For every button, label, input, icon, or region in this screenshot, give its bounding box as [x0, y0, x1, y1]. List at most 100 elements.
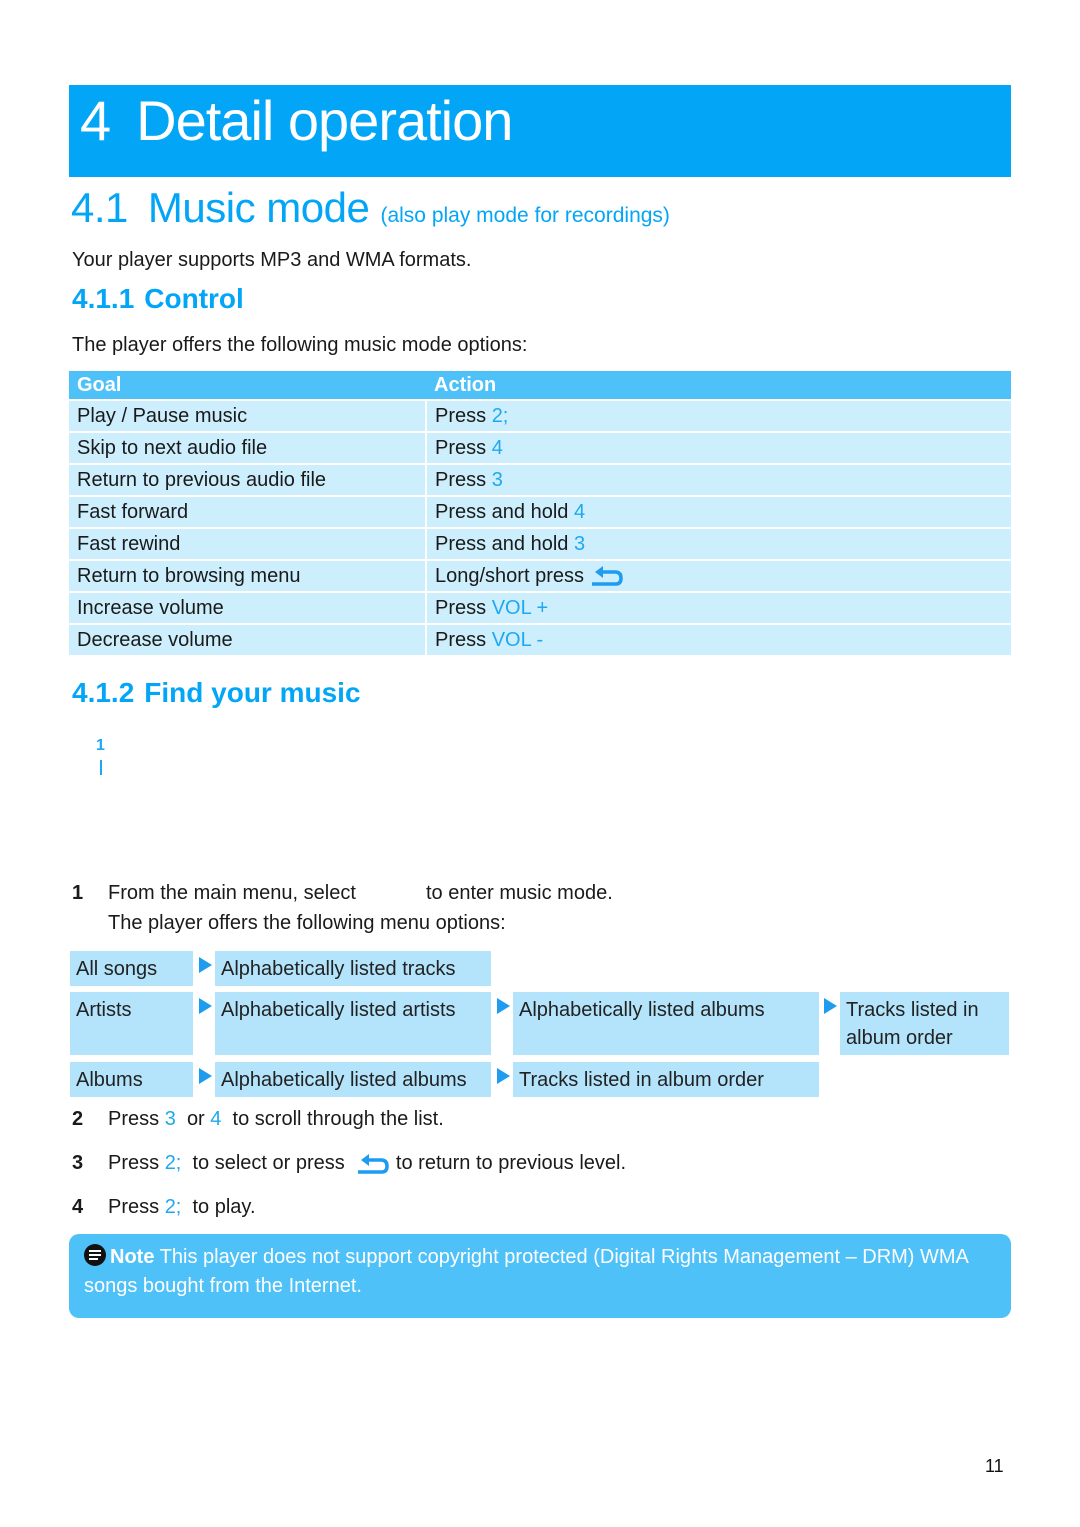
- action-text: Press: [435, 628, 487, 651]
- menu-albums: Albums: [70, 1062, 193, 1097]
- key-label: 3: [491, 468, 503, 491]
- step-4-text-b: to play.: [192, 1196, 256, 1218]
- step-number: 3: [72, 1152, 84, 1174]
- arrow-right-icon: [497, 998, 510, 1014]
- arrow-right-icon: [497, 1068, 510, 1084]
- step-1: 1 From the main menu, select to enter mu…: [72, 882, 613, 905]
- back-arrow-icon: [591, 566, 623, 586]
- note-label: Note: [110, 1246, 155, 1268]
- back-arrow-icon: [358, 1153, 390, 1174]
- action-cell: Press 4: [426, 431, 1011, 464]
- table-row: Decrease volume Press VOL -: [69, 623, 1011, 655]
- key-play: 2;: [164, 1152, 182, 1174]
- key-label: VOL -: [491, 628, 544, 651]
- action-cell: Press and hold 3: [426, 527, 1011, 560]
- goal-cell: Return to browsing menu: [69, 559, 427, 592]
- header-goal: Goal: [69, 371, 426, 400]
- goal-cell: Return to previous audio file: [69, 463, 427, 496]
- action-text: Press: [435, 596, 487, 619]
- menu-artists-level-2: Alphabetically listed albums: [513, 992, 819, 1055]
- chapter-title: 4 Detail operation: [80, 88, 513, 153]
- goal-cell: Fast forward: [69, 495, 427, 528]
- goal-cell: Increase volume: [69, 591, 427, 624]
- table-row: Return to browsing menu Long/short press: [69, 559, 1011, 592]
- goal-cell: Decrease volume: [69, 623, 427, 655]
- step-2-text-a: Press: [108, 1108, 160, 1130]
- key-down: 3: [164, 1108, 176, 1130]
- action-text: Press and hold: [435, 500, 569, 523]
- key-up: 4: [210, 1108, 222, 1130]
- control-heading: 4.1.1 Control: [72, 283, 244, 315]
- figure-marker-line: [100, 760, 102, 775]
- action-text: Press and hold: [435, 532, 569, 555]
- action-cell: Press VOL -: [426, 623, 1011, 655]
- arrow-right-icon: [199, 1068, 212, 1084]
- note-content: Note This player does not support copyri…: [84, 1243, 1004, 1301]
- arrow-right-icon: [199, 998, 212, 1014]
- goal-cell: Skip to next audio file: [69, 431, 427, 464]
- find-heading: 4.1.2 Find your music: [72, 677, 361, 709]
- chapter-number: 4: [80, 89, 111, 152]
- page-number: 11: [985, 1456, 1004, 1476]
- control-heading-text: Control: [144, 283, 244, 314]
- menu-artists-level-1: Alphabetically listed artists: [215, 992, 491, 1055]
- step-2-text-b: to scroll through the list.: [232, 1108, 444, 1130]
- find-heading-text: Find your music: [144, 677, 361, 708]
- control-heading-number: 4.1.1: [72, 283, 135, 314]
- key-label: 4: [491, 436, 503, 459]
- section-subtitle: (also play mode for recordings): [380, 204, 670, 227]
- action-cell: Long/short press: [426, 559, 1011, 592]
- table-header-row: Goal Action: [69, 371, 1011, 400]
- action-cell: Press and hold 4: [426, 495, 1011, 528]
- step-number: 4: [72, 1196, 84, 1218]
- step-3-text-c: to return to previous level.: [395, 1152, 627, 1174]
- key-label: 4: [573, 500, 586, 523]
- action-cell: Press 3: [426, 463, 1011, 496]
- step-2-or: or: [186, 1108, 205, 1130]
- step-3-text-a: Press: [108, 1152, 160, 1174]
- action-text: Long/short press: [435, 564, 584, 587]
- step-3: 3 Press 2; to select or press to return …: [72, 1152, 626, 1175]
- note-text: This player does not support copyright p…: [84, 1246, 968, 1297]
- control-table: Goal Action Play / Pause music Press 2; Sk…: [69, 371, 1011, 655]
- key-play: 2;: [164, 1196, 182, 1218]
- action-text: Press: [435, 404, 487, 427]
- find-heading-number: 4.1.2: [72, 677, 135, 708]
- arrow-right-icon: [199, 957, 212, 973]
- table-row: Fast rewind Press and hold 3: [69, 527, 1011, 560]
- section-title: 4.1 Music mode (also play mode for record…: [71, 184, 670, 232]
- goal-cell: Play / Pause music: [69, 399, 427, 432]
- table-row: Increase volume Press VOL +: [69, 591, 1011, 624]
- table-row: Play / Pause music Press 2;: [69, 399, 1011, 432]
- action-cell: Press 2;: [426, 399, 1011, 432]
- control-lead: The player offers the following music mo…: [72, 334, 528, 356]
- step-number: 2: [72, 1108, 84, 1130]
- key-label: 2;: [491, 404, 509, 427]
- action-cell: Press VOL +: [426, 591, 1011, 624]
- table-row: Fast forward Press and hold 4: [69, 495, 1011, 528]
- header-action: Action: [426, 371, 1011, 400]
- step-4: 4 Press 2; to play.: [72, 1196, 256, 1219]
- table-row: Return to previous audio file Press 3: [69, 463, 1011, 496]
- chapter-title-text: Detail operation: [136, 89, 513, 152]
- goal-cell: Fast rewind: [69, 527, 427, 560]
- step-1-text-b: to enter music mode.: [426, 882, 613, 904]
- menu-all-songs: All songs: [70, 951, 193, 986]
- step-2: 2 Press 3 or 4 to scroll through the lis…: [72, 1108, 444, 1131]
- key-label: 3: [573, 532, 586, 555]
- menu-artists: Artists: [70, 992, 193, 1055]
- menu-albums-level-1: Alphabetically listed albums: [215, 1062, 491, 1097]
- note-icon: [84, 1244, 106, 1266]
- step-number: 1: [72, 882, 84, 904]
- section-title-text: Music mode: [147, 184, 370, 231]
- menu-albums-level-2: Tracks listed in album order: [513, 1062, 819, 1097]
- menu-artists-level-3: Tracks listed in album order: [840, 992, 1009, 1055]
- step-1-text-a: From the main menu, select: [108, 882, 356, 904]
- intro-text: Your player supports MP3 and WMA formats…: [72, 249, 472, 271]
- step-1-followup: The player offers the following menu opt…: [108, 912, 506, 934]
- action-text: Press: [435, 468, 487, 491]
- table-row: Skip to next audio file Press 4: [69, 431, 1011, 464]
- action-text: Press: [435, 436, 487, 459]
- step-4-text-a: Press: [108, 1196, 160, 1218]
- key-label: VOL +: [491, 596, 549, 619]
